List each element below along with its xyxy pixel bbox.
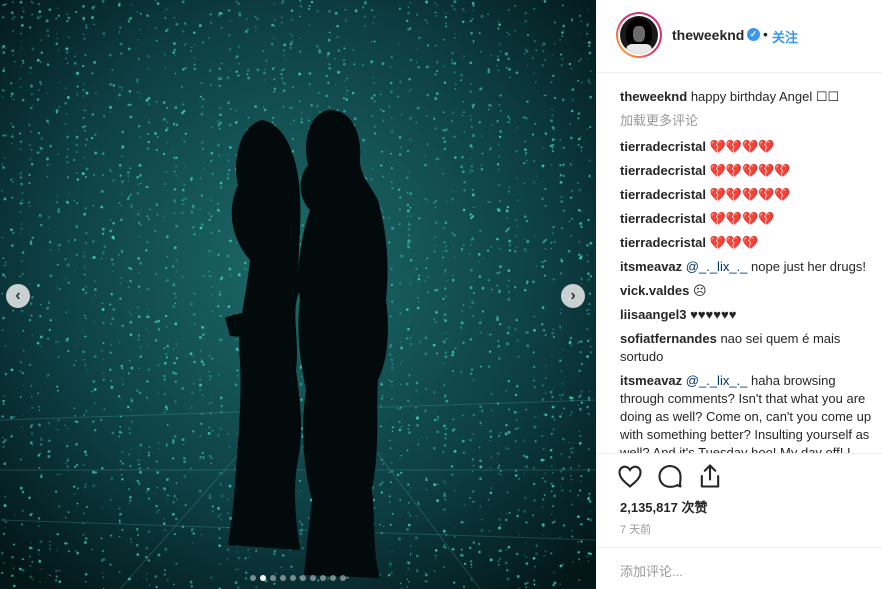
comment-mention[interactable]: @_._lix_._ <box>686 373 748 388</box>
like-button[interactable] <box>616 462 644 490</box>
separator-dot: • <box>763 26 768 42</box>
comment-username[interactable]: itsmeavaz <box>620 259 682 274</box>
comment-username[interactable]: tierradecristal <box>620 235 706 250</box>
follow-button[interactable]: 关注 <box>772 27 798 46</box>
comment-text: 💔💔💔💔💔 <box>709 163 791 178</box>
comment-text: ♥♥♥♥♥♥ <box>690 307 737 322</box>
comment-item: sofiatfernandes nao sei quem é mais sort… <box>620 330 882 366</box>
carousel-dot <box>280 575 286 581</box>
comment-username[interactable]: vick.valdes <box>620 283 689 298</box>
comment-item: liisaangel3 ♥♥♥♥♥♥ <box>620 306 882 324</box>
comment-item: itsmeavaz @_._lix_._ haha browsing throu… <box>620 372 882 453</box>
post-timestamp: 7 天前 <box>620 524 652 536</box>
carousel-dot <box>310 575 316 581</box>
comment-item: tierradecristal 💔💔💔💔 <box>620 210 882 228</box>
load-more-comments-link[interactable]: 加载更多评论 <box>620 112 882 130</box>
carousel-dot <box>270 575 276 581</box>
comment-text: 💔💔💔💔💔 <box>709 187 791 202</box>
post-header: theweeknd ✓ • 关注 <box>596 0 882 73</box>
avatar[interactable] <box>616 12 662 58</box>
prev-photo-button[interactable]: ‹ <box>6 284 30 308</box>
comment-username[interactable]: tierradecristal <box>620 187 706 202</box>
carousel-dot <box>330 575 336 581</box>
comment-username[interactable]: liisaangel3 <box>620 307 686 322</box>
comment-item: tierradecristal 💔💔💔💔💔 <box>620 186 882 204</box>
add-comment-divider <box>596 547 882 548</box>
carousel-indicator <box>0 575 596 581</box>
carousel-dot <box>250 575 256 581</box>
share-button[interactable] <box>696 462 724 490</box>
comment-icon <box>658 465 682 488</box>
share-icon <box>700 464 720 488</box>
comment-text: 💔💔💔 <box>709 235 759 250</box>
likes-count[interactable]: 2,135,817 次赞 <box>620 497 707 516</box>
chevron-left-icon: ‹ <box>15 287 21 304</box>
verified-badge-icon: ✓ <box>747 28 760 41</box>
comment-mention[interactable]: @_._lix_._ <box>686 259 748 274</box>
caption: theweeknd happy birthday Angel ☐☐ <box>620 88 882 106</box>
comment-item: itsmeavaz @_._lix_._ nope just her drugs… <box>620 258 882 276</box>
carousel-dot <box>260 575 266 581</box>
comment-item: vick.valdes ☹ <box>620 282 882 300</box>
caption-text: happy birthday Angel ☐☐ <box>690 89 840 104</box>
comment-username[interactable]: itsmeavaz <box>620 373 682 388</box>
next-photo-button[interactable]: › <box>561 284 585 308</box>
photo-canvas <box>0 0 596 589</box>
comment-button[interactable] <box>656 462 684 490</box>
post-side-panel: theweeknd ✓ • 关注 theweeknd happy birthda… <box>596 0 882 589</box>
comment-text: ☹ <box>693 283 707 298</box>
comment-username[interactable]: sofiatfernandes <box>620 331 717 346</box>
add-comment-input[interactable]: 添加评论... <box>620 561 683 580</box>
caption-username[interactable]: theweeknd <box>620 89 687 104</box>
post-photo: ‹ › <box>0 0 596 589</box>
comment-text: 💔💔💔💔 <box>709 139 775 154</box>
comment-username[interactable]: tierradecristal <box>620 163 706 178</box>
actions-divider <box>596 453 882 454</box>
heart-icon <box>618 465 642 488</box>
comments-list: theweeknd happy birthday Angel ☐☐ 加载更多评论… <box>620 88 882 453</box>
chevron-right-icon: › <box>570 287 576 304</box>
header-username[interactable]: theweeknd <box>672 27 744 43</box>
carousel-dot <box>290 575 296 581</box>
comment-item: tierradecristal 💔💔💔💔 <box>620 138 882 156</box>
comment-text: nope just her drugs! <box>751 259 866 274</box>
comment-username[interactable]: tierradecristal <box>620 211 706 226</box>
comment-username[interactable]: tierradecristal <box>620 139 706 154</box>
carousel-dot <box>340 575 346 581</box>
comment-text: 💔💔💔💔 <box>709 211 775 226</box>
carousel-dot <box>320 575 326 581</box>
comment-item: tierradecristal 💔💔💔 <box>620 234 882 252</box>
carousel-dot <box>300 575 306 581</box>
comment-item: tierradecristal 💔💔💔💔💔 <box>620 162 882 180</box>
